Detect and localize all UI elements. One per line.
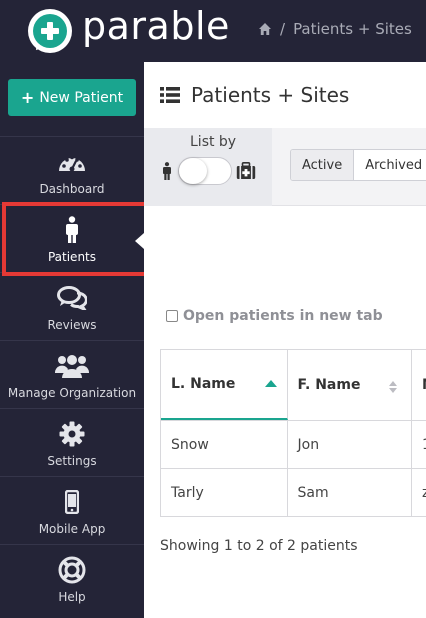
breadcrumb-current: Patients + Sites — [293, 20, 412, 38]
mobile-icon — [65, 490, 79, 514]
table-row[interactable]: Snow Jon 1 — [161, 421, 426, 469]
sidebar-item-settings[interactable]: Settings — [0, 408, 144, 476]
sidebar-item-label: Patients — [47, 250, 97, 264]
sidebar-item-mobile-app[interactable]: Mobile App — [0, 476, 144, 544]
cell-last-name: Snow — [161, 421, 288, 468]
list-icon — [160, 87, 180, 103]
parable-logo-icon[interactable] — [28, 9, 72, 55]
sidebar-item-label: Help — [58, 590, 86, 604]
sidebar-item-label: Manage Organization — [7, 386, 137, 400]
dashboard-icon — [59, 155, 85, 172]
patients-table: L. Name F. Name M Snow Jon 1 Tarly Sam z — [160, 349, 426, 517]
cell-first-name: Sam — [288, 469, 413, 516]
cell-last-name: Tarly — [161, 469, 288, 516]
column-header-label: M — [422, 377, 426, 393]
sort-icon — [389, 381, 398, 393]
page-title: Patients + Sites — [191, 83, 350, 107]
cell-first-name: Jon — [288, 421, 413, 468]
sidebar-item-reviews[interactable]: Reviews — [0, 272, 144, 340]
sidebar-item-label: Dashboard — [39, 182, 105, 196]
breadcrumb: / Patients + Sites — [258, 20, 412, 38]
column-header-label: F. Name — [297, 377, 361, 393]
active-indicator — [135, 233, 144, 249]
open-new-tab-option[interactable]: Open patients in new tab — [166, 308, 383, 324]
list-controls: List by Active Archived — [144, 128, 426, 206]
status-filter: Active Archived — [290, 149, 426, 181]
cell-third: z — [412, 469, 426, 516]
sidebar-item-label: Settings — [47, 454, 97, 468]
users-icon — [55, 355, 89, 378]
table-summary: Showing 1 to 2 of 2 patients — [160, 538, 358, 554]
column-header-third[interactable]: M — [412, 350, 426, 420]
brand-name[interactable]: parable — [82, 4, 230, 48]
sidebar-item-manage-organization[interactable]: Manage Organization — [0, 340, 144, 408]
open-new-tab-label: Open patients in new tab — [183, 308, 383, 324]
filter-archived-button[interactable]: Archived — [354, 150, 426, 180]
main-content: Patients + Sites List by Active Archived… — [144, 62, 426, 618]
sidebar-nav: Dashboard Patients Reviews Manage Organi… — [0, 136, 144, 612]
breadcrumb-separator: / — [280, 20, 286, 38]
sidebar-item-label: Mobile App — [38, 522, 106, 536]
column-header-last-name[interactable]: L. Name — [161, 350, 288, 420]
person-icon — [66, 216, 78, 243]
lifebuoy-icon — [58, 556, 86, 584]
table-row[interactable]: Tarly Sam z — [161, 469, 426, 517]
column-header-first-name[interactable]: F. Name — [288, 350, 413, 420]
column-header-label: L. Name — [171, 376, 236, 392]
sidebar: + New Patient Dashboard Patients Reviews… — [0, 62, 144, 618]
page-header: Patients + Sites — [144, 62, 426, 128]
comments-icon — [57, 286, 87, 310]
list-by-toggle[interactable] — [178, 157, 232, 185]
open-new-tab-checkbox[interactable] — [166, 310, 178, 322]
sidebar-item-dashboard[interactable]: Dashboard — [0, 136, 144, 204]
sidebar-item-patients[interactable]: Patients — [0, 204, 144, 272]
new-patient-button[interactable]: + New Patient — [8, 79, 136, 116]
sort-ascending-icon — [264, 380, 277, 387]
sidebar-item-help[interactable]: Help — [0, 544, 144, 612]
list-by-panel: List by — [144, 128, 272, 206]
medical-kit-icon[interactable] — [236, 162, 256, 180]
filter-active-button[interactable]: Active — [291, 150, 355, 180]
new-patient-label: New Patient — [39, 89, 124, 106]
list-by-label: List by — [190, 134, 237, 150]
table-header-row: L. Name F. Name M — [161, 350, 426, 421]
gear-icon — [59, 421, 85, 447]
sidebar-item-label: Reviews — [47, 318, 97, 332]
cell-third: 1 — [412, 421, 426, 468]
plus-icon: + — [20, 88, 35, 107]
person-icon[interactable] — [162, 162, 172, 180]
toggle-knob — [179, 158, 207, 184]
home-icon[interactable] — [258, 22, 272, 36]
top-bar: parable / Patients + Sites — [0, 0, 426, 62]
